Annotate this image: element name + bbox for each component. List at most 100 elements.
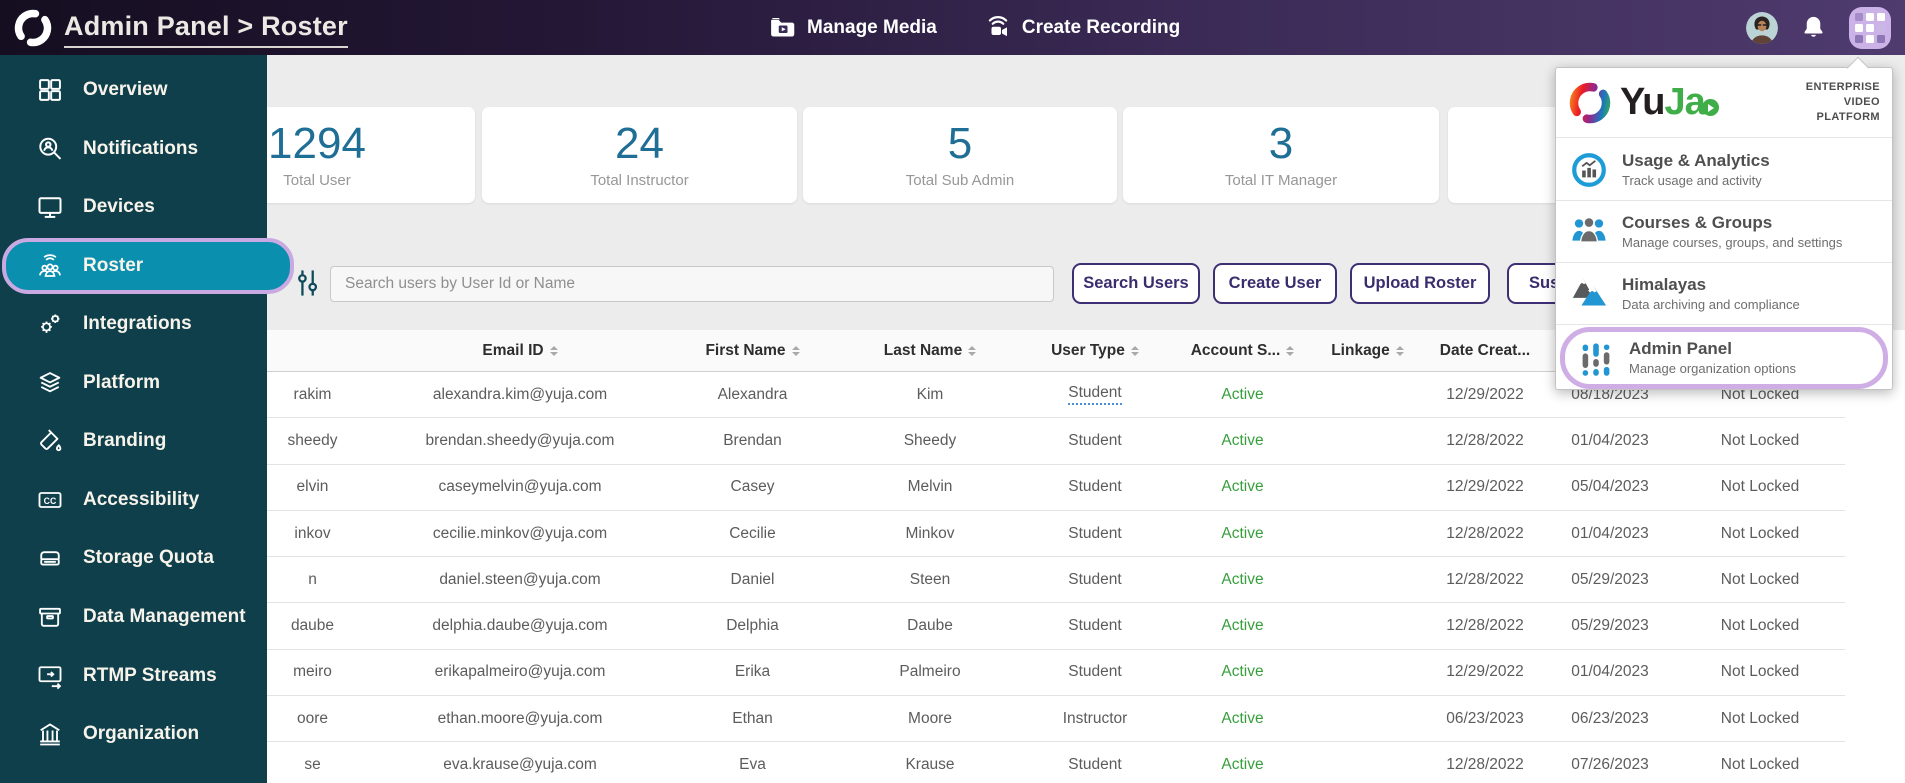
sidebar-item-overview[interactable]: Overview bbox=[0, 61, 267, 120]
sidebar-item-label: Overview bbox=[83, 79, 168, 101]
create-recording-button[interactable]: Create Recording bbox=[983, 13, 1180, 43]
brand-tagline: ENTERPRISE VIDEO PLATFORM bbox=[1806, 80, 1880, 125]
column-header[interactable]: Email ID bbox=[380, 330, 660, 371]
cell-last-name: Kim bbox=[916, 385, 944, 403]
table-row[interactable]: meiro erikapalmeiro@yuja.com Erika Palmeiro… bbox=[245, 649, 1845, 697]
sidebar-item-platform[interactable]: Platform bbox=[0, 353, 267, 412]
cell-linkage bbox=[1310, 511, 1425, 556]
menu-item-title: Usage & Analytics bbox=[1622, 150, 1770, 170]
user-avatar[interactable] bbox=[1746, 11, 1778, 44]
filter-sliders-icon[interactable] bbox=[291, 267, 323, 299]
topbar: Admin Panel > Roster Manage Media Create… bbox=[0, 0, 1905, 55]
cell-first-name: Delphia bbox=[726, 617, 779, 635]
panel-brand-row: Yu Ja ENTERPRISE VIDEO PLATFORM bbox=[1556, 68, 1892, 138]
table-row[interactable]: sheedy brendan.sheedy@yuja.com Brendan Shee… bbox=[245, 418, 1845, 465]
roster-table: Email ID First Name Last Name User Type Acco… bbox=[245, 330, 1845, 783]
manage-media-label: Manage Media bbox=[807, 16, 937, 38]
cell-email: ethan.moore@yuja.com bbox=[437, 709, 603, 727]
sidebar-item-notifications[interactable]: Notifications bbox=[0, 120, 267, 179]
table-row[interactable]: inkov cecilie.minkov@yuja.com Cecilie Minko… bbox=[245, 510, 1845, 558]
user-type-link[interactable]: Student bbox=[1068, 384, 1122, 406]
column-header[interactable]: Linkage bbox=[1310, 330, 1425, 371]
cell-account-status: Active bbox=[1221, 431, 1264, 449]
column-header[interactable]: First Name bbox=[660, 330, 845, 371]
sort-icon[interactable] bbox=[1395, 342, 1404, 360]
play-icon bbox=[1701, 99, 1719, 116]
cell-email: erikapalmeiro@yuja.com bbox=[434, 663, 606, 681]
cell-last-name: Melvin bbox=[907, 478, 953, 496]
stat-card-total-instructor: 24 Total Instructor bbox=[482, 107, 797, 203]
sort-icon[interactable] bbox=[549, 342, 558, 360]
sidebar-item-label: Devices bbox=[83, 196, 155, 218]
cell-locked: Not Locked bbox=[1720, 663, 1800, 681]
cell-account-status: Active bbox=[1221, 385, 1264, 403]
cell-date-2: 06/23/2023 bbox=[1571, 709, 1649, 727]
sidebar-item-label: Accessibility bbox=[83, 488, 200, 510]
table-row[interactable]: oore ethan.moore@yuja.com Ethan Moore Instru… bbox=[245, 696, 1845, 743]
topbar-right bbox=[1746, 0, 1891, 55]
cell-account-status: Active bbox=[1221, 524, 1264, 542]
notifications-icon bbox=[36, 135, 64, 163]
cell-first-name: Daniel bbox=[730, 570, 775, 588]
cell-date-2: 05/29/2023 bbox=[1571, 617, 1649, 635]
table-row[interactable]: daube delphia.daube@yuja.com Delphia Daube S… bbox=[245, 603, 1845, 650]
cell-last-name: Steen bbox=[909, 570, 951, 588]
sidebar-item-rtmp-streams[interactable]: RTMP Streams bbox=[0, 646, 267, 705]
cell-date-created: 12/28/2022 bbox=[1446, 617, 1524, 635]
apps-grid-icon[interactable] bbox=[1849, 6, 1891, 49]
menu-item-courses-groups[interactable]: Courses & Groups Manage courses, groups,… bbox=[1556, 200, 1892, 262]
sidebar-item-label: Integrations bbox=[83, 313, 192, 335]
cell-locked: Not Locked bbox=[1720, 431, 1800, 449]
column-header[interactable]: Last Name bbox=[845, 330, 1015, 371]
sort-icon[interactable] bbox=[791, 342, 800, 360]
manage-media-button[interactable]: Manage Media bbox=[768, 13, 937, 43]
cell-account-status: Active bbox=[1221, 570, 1264, 588]
courses-groups-icon bbox=[1570, 214, 1608, 250]
table-row[interactable]: n daniel.steen@yuja.com Daniel Steen Student… bbox=[245, 557, 1845, 604]
menu-item-admin-panel[interactable]: Admin Panel Manage organization options bbox=[1560, 326, 1888, 389]
menu-item-usage-analytics[interactable]: Usage & Analytics Track usage and activi… bbox=[1556, 138, 1892, 200]
search-users-button[interactable]: Search Users bbox=[1072, 263, 1200, 304]
cell-date-2: 05/29/2023 bbox=[1571, 570, 1649, 588]
yuja-admin-roster-screen: { "topbar": { "title": "Admin Panel > Ro… bbox=[0, 0, 1905, 783]
cell-date-created: 12/29/2022 bbox=[1446, 663, 1524, 681]
sidebar-item-label: Platform bbox=[83, 371, 161, 393]
sidebar-item-devices[interactable]: Devices bbox=[0, 178, 267, 237]
sidebar-item-organization[interactable]: Organization bbox=[0, 705, 267, 764]
create-user-button[interactable]: Create User bbox=[1213, 263, 1337, 304]
table-row[interactable]: se eva.krause@yuja.com Eva Krause Student Act… bbox=[245, 742, 1845, 783]
cell-user-type: Student bbox=[1068, 663, 1122, 681]
upload-roster-button[interactable]: Upload Roster bbox=[1350, 263, 1490, 304]
sort-icon[interactable] bbox=[1130, 342, 1139, 360]
sidebar-item-storage-quota[interactable]: Storage Quota bbox=[0, 529, 267, 588]
notifications-bell-icon[interactable] bbox=[1800, 14, 1827, 41]
sort-icon[interactable] bbox=[968, 342, 977, 360]
sidebar-item-accessibility[interactable]: CC Accessibility bbox=[0, 471, 267, 530]
devices-icon bbox=[36, 193, 64, 221]
cell-last-name: Sheedy bbox=[903, 431, 957, 449]
cell-linkage bbox=[1310, 696, 1425, 741]
wordmark-ja: Ja bbox=[1664, 81, 1705, 123]
sidebar-item-roster[interactable]: Roster bbox=[2, 237, 294, 294]
sort-icon[interactable] bbox=[1286, 342, 1295, 360]
cell-user-type: Student bbox=[1068, 524, 1122, 542]
cell-last-name: Daube bbox=[907, 617, 953, 635]
cell-email: delphia.daube@yuja.com bbox=[432, 617, 608, 635]
table-body: rakim alexandra.kim@yuja.com Alexandra Kim S… bbox=[245, 372, 1845, 783]
menu-item-himalayas[interactable]: Himalayas Data archiving and compliance bbox=[1556, 262, 1892, 324]
cell-user-type: Student bbox=[1068, 756, 1122, 774]
table-row[interactable]: elvin caseymelvin@yuja.com Casey Melvin Stud… bbox=[245, 464, 1845, 511]
column-header[interactable]: Account S... bbox=[1175, 330, 1310, 371]
sidebar-item-integrations[interactable]: Integrations bbox=[0, 295, 267, 354]
yuja-logo-icon[interactable] bbox=[10, 5, 56, 51]
search-input[interactable] bbox=[330, 266, 1054, 302]
cell-date-2: 07/26/2023 bbox=[1571, 756, 1649, 774]
sidebar-item-data-management[interactable]: Data Management bbox=[0, 588, 267, 647]
cell-user-type: Student bbox=[1068, 431, 1122, 449]
stat-value: 3 bbox=[1268, 118, 1294, 168]
sidebar-item-branding[interactable]: Branding bbox=[0, 412, 267, 471]
cell-date-created: 12/28/2022 bbox=[1446, 756, 1524, 774]
data-management-icon bbox=[36, 603, 64, 631]
column-header[interactable]: User Type bbox=[1015, 330, 1175, 371]
stat-value: 24 bbox=[615, 118, 664, 168]
